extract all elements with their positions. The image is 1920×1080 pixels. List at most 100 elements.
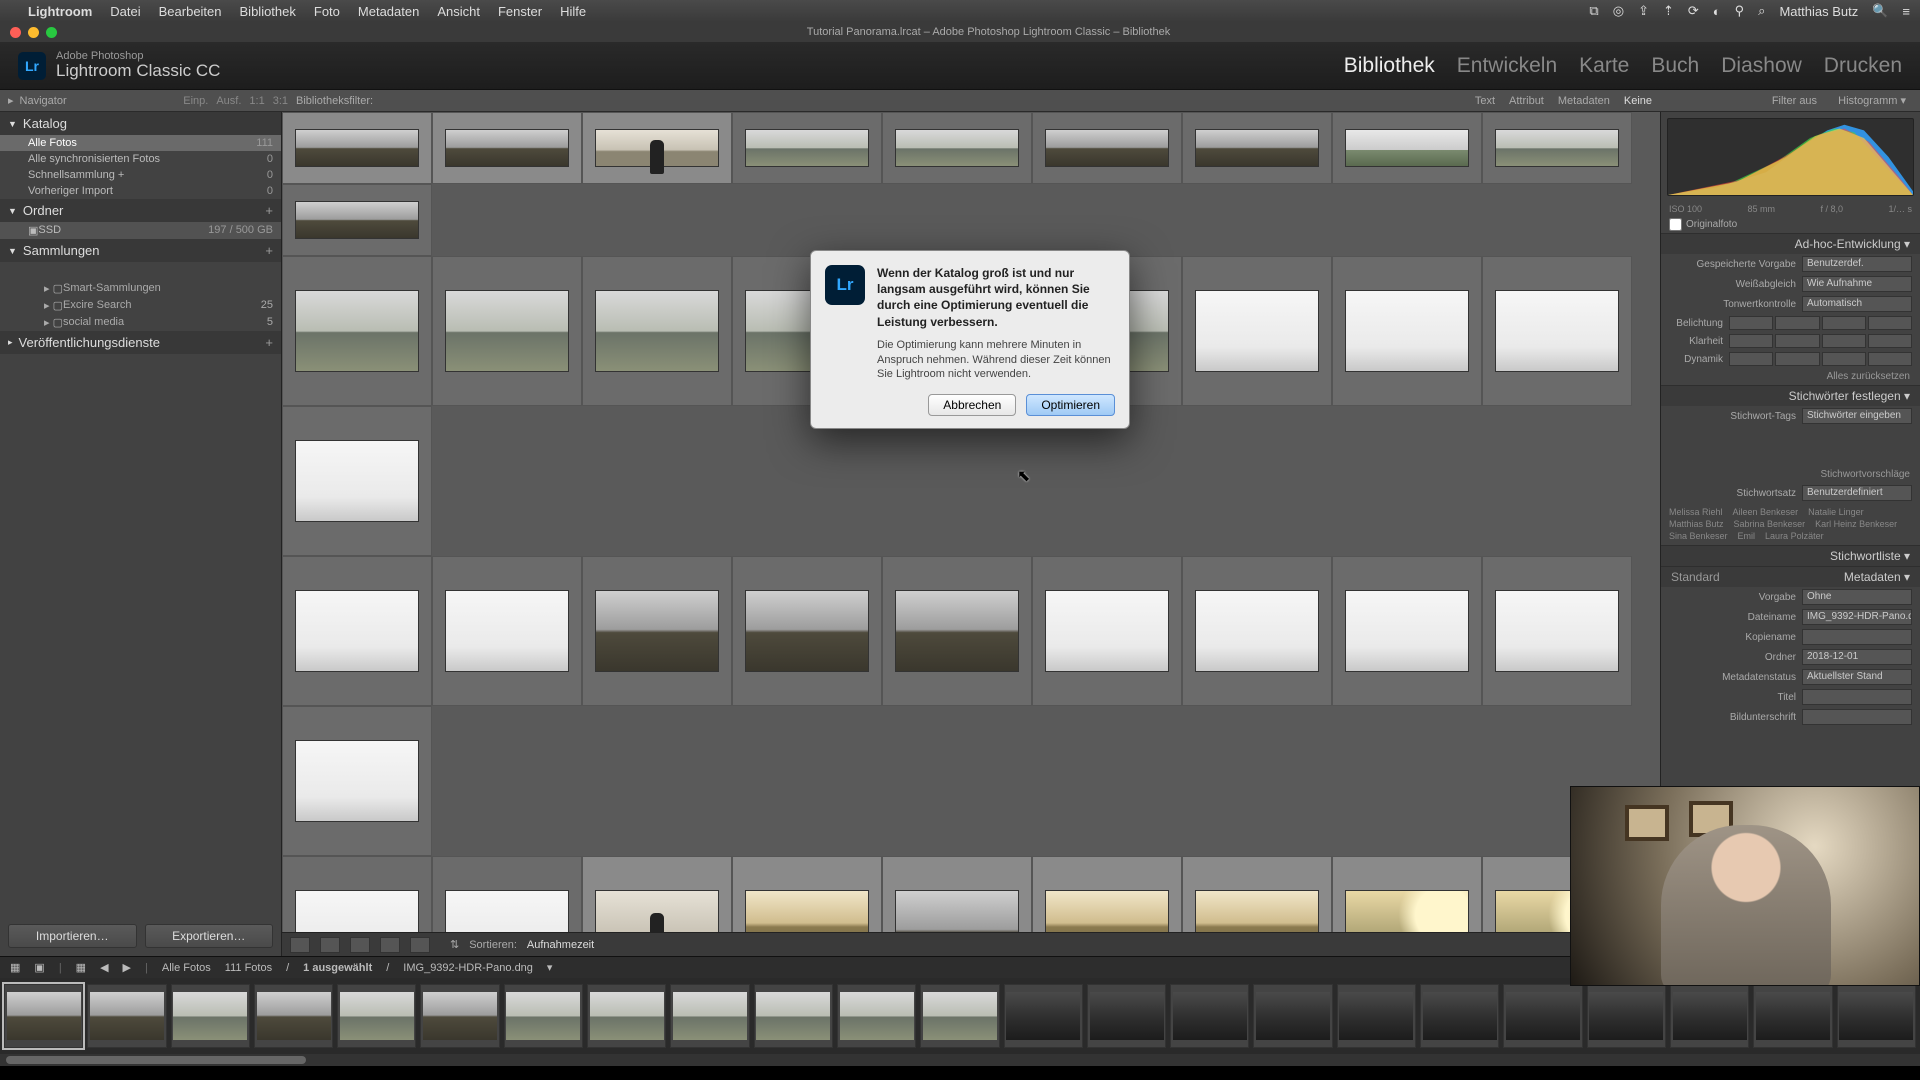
thumbnail-cell[interactable] xyxy=(1332,112,1482,184)
view-toggle-icon[interactable]: ▦ xyxy=(10,961,20,974)
filmstrip-cell[interactable] xyxy=(1170,984,1249,1048)
thumbnail-cell[interactable] xyxy=(1482,256,1632,406)
thumbnail-cell[interactable] xyxy=(1182,256,1332,406)
metadata-row[interactable]: VorgabeOhne xyxy=(1661,587,1920,607)
compare-view-icon[interactable] xyxy=(350,937,370,953)
quickdev-title[interactable]: Ad-hoc-Entwicklung ▾ xyxy=(1661,234,1920,254)
quickdev-slider[interactable]: Dynamik xyxy=(1661,350,1920,368)
filter-off[interactable]: Filter aus xyxy=(1772,95,1817,107)
filmstrip-cell[interactable] xyxy=(837,984,916,1048)
wifi-icon[interactable]: ⚲ xyxy=(1735,3,1745,19)
optimize-button[interactable]: Optimieren xyxy=(1026,394,1115,416)
filmstrip-cell[interactable] xyxy=(1420,984,1499,1048)
thumbnail-cell[interactable] xyxy=(732,556,882,706)
metadata-row[interactable]: MetadatenstatusAktuellster Stand xyxy=(1661,667,1920,687)
filmstrip-cell[interactable] xyxy=(1587,984,1666,1048)
status-icon[interactable]: ◎ xyxy=(1613,3,1624,19)
keyword-suggestion[interactable]: Karl Heinz Benkeser xyxy=(1815,519,1897,529)
tone-auto[interactable]: Automatisch xyxy=(1802,296,1912,312)
catalog-item[interactable]: Alle synchronisierten Fotos0 xyxy=(0,151,281,167)
keyword-input[interactable]: Stichwörter eingeben xyxy=(1802,408,1912,424)
status-icon[interactable]: ⇪ xyxy=(1638,3,1649,19)
preset-select[interactable]: Benutzerdef. xyxy=(1802,256,1912,272)
publish-header[interactable]: ▸Veröffentlichungsdienste+ xyxy=(0,331,281,354)
nav-3to1[interactable]: 3:1 xyxy=(273,95,288,107)
menu-window[interactable]: Fenster xyxy=(498,4,542,19)
thumbnail-cell[interactable] xyxy=(282,856,432,932)
zoom-window[interactable] xyxy=(46,27,57,38)
metadata-row[interactable]: Ordner2018-12-01 xyxy=(1661,647,1920,667)
thumbnail-cell[interactable] xyxy=(582,256,732,406)
filmstrip[interactable] xyxy=(0,978,1920,1054)
filmstrip-cell[interactable] xyxy=(4,984,83,1048)
grid-view-icon[interactable] xyxy=(290,937,310,953)
thumbnail-cell[interactable] xyxy=(1482,556,1632,706)
module-library[interactable]: Bibliothek xyxy=(1344,54,1435,78)
thumbnail-cell[interactable] xyxy=(882,556,1032,706)
thumbnail-cell[interactable] xyxy=(582,856,732,932)
dropbox-icon[interactable]: ⇡ xyxy=(1663,3,1674,19)
filmstrip-cell[interactable] xyxy=(920,984,999,1048)
filmstrip-cell[interactable] xyxy=(87,984,166,1048)
thumbnail-cell[interactable] xyxy=(882,112,1032,184)
status-icon[interactable]: ⧉ xyxy=(1589,3,1598,19)
collection-item[interactable]: ▸ ▢ Excire Search25 xyxy=(0,297,281,314)
catalog-header[interactable]: ▼Katalog xyxy=(0,112,281,135)
close-window[interactable] xyxy=(10,27,21,38)
thumbnail-cell[interactable] xyxy=(432,112,582,184)
thumbnail-grid[interactable]: ⬉ xyxy=(282,112,1660,932)
metadata-row[interactable]: Bildunterschrift xyxy=(1661,707,1920,727)
filmstrip-cell[interactable] xyxy=(1837,984,1916,1048)
filmstrip-cell[interactable] xyxy=(1503,984,1582,1048)
metadata-row[interactable]: Titel xyxy=(1661,687,1920,707)
filter-attribute[interactable]: Attribut xyxy=(1509,95,1544,107)
folder-item[interactable]: ▣ SSD197 / 500 GB xyxy=(0,222,281,239)
thumbnail-cell[interactable] xyxy=(1032,856,1182,932)
keyword-suggestion[interactable]: Matthias Butz xyxy=(1669,519,1724,529)
sort-value[interactable]: Aufnahmezeit xyxy=(527,939,594,951)
filmstrip-cell[interactable] xyxy=(1670,984,1749,1048)
filter-text[interactable]: Text xyxy=(1475,95,1495,107)
thumbnail-cell[interactable] xyxy=(1182,112,1332,184)
keyword-suggestion[interactable]: Emil xyxy=(1738,531,1756,541)
import-button[interactable]: Importieren… xyxy=(8,924,137,948)
nav-1to1[interactable]: 1:1 xyxy=(249,95,264,107)
thumbnail-cell[interactable] xyxy=(282,256,432,406)
filmstrip-scrollbar[interactable] xyxy=(0,1054,1920,1066)
metadata-row[interactable]: DateinameIMG_9392-HDR-Pano.dng xyxy=(1661,607,1920,627)
search-icon[interactable]: 🔍 xyxy=(1872,3,1888,19)
filmstrip-cell[interactable] xyxy=(587,984,666,1048)
wb-select[interactable]: Wie Aufnahme xyxy=(1802,276,1912,292)
back-icon[interactable]: ◀ xyxy=(100,961,108,974)
menu-help[interactable]: Hilfe xyxy=(560,4,586,19)
filmstrip-cell[interactable] xyxy=(754,984,833,1048)
thumbnail-cell[interactable] xyxy=(1182,556,1332,706)
collection-item[interactable]: ▸ ▢ Smart-Sammlungen xyxy=(0,280,281,297)
collections-header[interactable]: ▼Sammlungen+ xyxy=(0,239,281,262)
keyword-suggestion[interactable]: Sabrina Benkeser xyxy=(1734,519,1806,529)
filmstrip-cell[interactable] xyxy=(504,984,583,1048)
collection-item[interactable]: ▸ ▢ social media5 xyxy=(0,314,281,331)
grid-icon[interactable]: ▦ xyxy=(76,961,86,974)
catalog-item[interactable]: Schnellsammlung +0 xyxy=(0,167,281,183)
thumbnail-cell[interactable] xyxy=(582,556,732,706)
filmstrip-cell[interactable] xyxy=(1337,984,1416,1048)
filmstrip-cell[interactable] xyxy=(337,984,416,1048)
filmstrip-cell[interactable] xyxy=(254,984,333,1048)
filmstrip-cell[interactable] xyxy=(420,984,499,1048)
thumbnail-cell[interactable] xyxy=(1032,112,1182,184)
thumbnail-cell[interactable] xyxy=(882,856,1032,932)
reset-all[interactable]: Alles zurücksetzen xyxy=(1661,368,1920,385)
module-map[interactable]: Karte xyxy=(1579,54,1629,78)
fwd-icon[interactable]: ▶ xyxy=(123,961,131,974)
thumbnail-cell[interactable] xyxy=(282,406,432,556)
thumbnail-cell[interactable] xyxy=(1332,256,1482,406)
thumbnail-cell[interactable] xyxy=(282,184,432,256)
loupe-view-icon[interactable] xyxy=(320,937,340,953)
catalog-item[interactable]: Alle Fotos111 xyxy=(0,135,281,151)
filmstrip-cell[interactable] xyxy=(1753,984,1832,1048)
keyword-suggestion[interactable]: Sina Benkeser xyxy=(1669,531,1728,541)
people-view-icon[interactable] xyxy=(410,937,430,953)
user-name[interactable]: Matthias Butz xyxy=(1779,4,1858,19)
add-folder-icon[interactable]: + xyxy=(265,203,273,218)
